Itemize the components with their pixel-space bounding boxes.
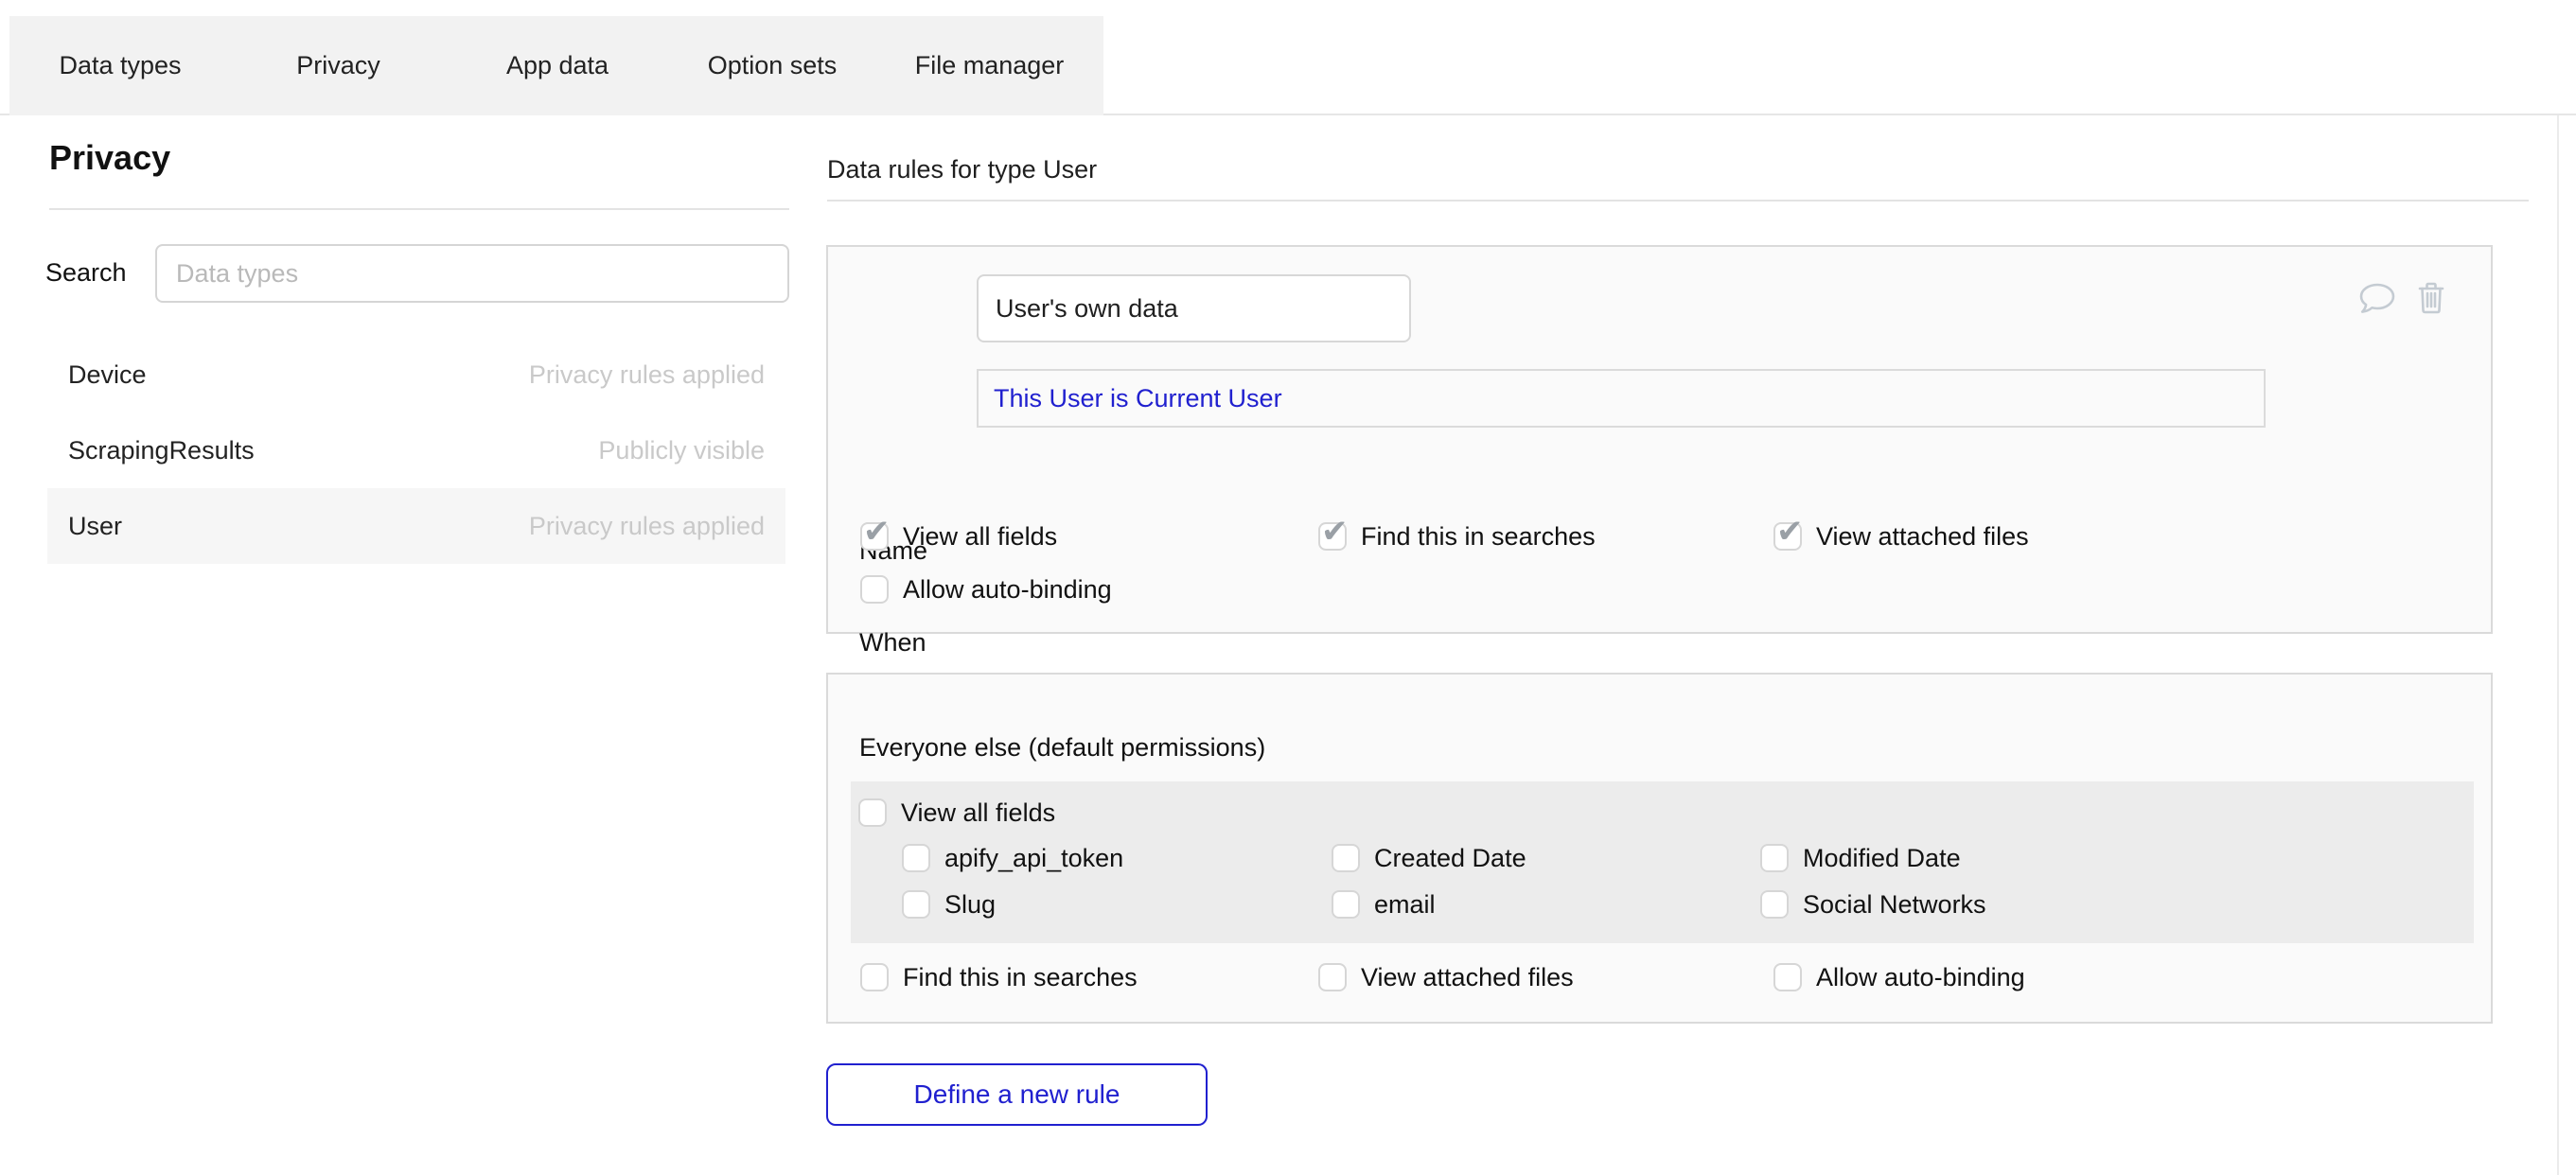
tabbar: Data types Privacy App data Option sets … bbox=[9, 16, 1103, 115]
permission-label: Find this in searches bbox=[903, 963, 1138, 991]
field-apify-api-token: ✔ apify_api_token bbox=[902, 844, 1332, 872]
search-input[interactable] bbox=[155, 244, 789, 303]
tab-app-data[interactable]: App data bbox=[446, 16, 669, 115]
checkbox-view-attached-files-default[interactable]: ✔ bbox=[1318, 963, 1347, 991]
comment-icon[interactable] bbox=[2358, 283, 2396, 314]
checkbox-find-in-searches[interactable]: ✔ bbox=[1318, 522, 1347, 551]
permission-label: Find this in searches bbox=[1361, 522, 1596, 551]
checkbox-find-in-searches-default[interactable]: ✔ bbox=[860, 963, 889, 991]
rule-card: Name When This User is Current User User… bbox=[826, 245, 2493, 634]
rules-title: Data rules for type User bbox=[827, 155, 1097, 184]
checkbox-view-attached-files[interactable]: ✔ bbox=[1773, 522, 1802, 551]
tab-data-types[interactable]: Data types bbox=[9, 16, 231, 115]
list-item-device[interactable]: Device Privacy rules applied bbox=[47, 337, 785, 412]
permission-label: Allow auto-binding bbox=[1816, 963, 2025, 991]
field-label: apify_api_token bbox=[944, 844, 1123, 872]
rule-name-input[interactable] bbox=[977, 274, 1411, 342]
scroll-area-edge bbox=[2557, 115, 2559, 1175]
permission-allow-auto-binding-default: ✔ Allow auto-binding bbox=[1773, 963, 2025, 991]
field-label: Created Date bbox=[1374, 844, 1526, 872]
field-modified-date: ✔ Modified Date bbox=[1760, 844, 1986, 872]
rules-divider bbox=[827, 200, 2529, 202]
field-email: ✔ email bbox=[1332, 890, 1760, 919]
checkbox-view-all-fields[interactable]: ✔ bbox=[860, 522, 889, 551]
field-created-date: ✔ Created Date bbox=[1332, 844, 1760, 872]
when-label: When bbox=[859, 628, 926, 658]
checkbox-social-networks[interactable]: ✔ bbox=[1760, 890, 1789, 919]
fields-panel: ✔ View all fields ✔ apify_api_token ✔ Cr… bbox=[851, 781, 2474, 943]
page-title: Privacy bbox=[49, 138, 170, 178]
data-type-list: Device Privacy rules applied ScrapingRes… bbox=[47, 337, 785, 564]
checkbox-view-all-fields-default[interactable]: ✔ bbox=[858, 798, 887, 827]
default-permissions-row: ✔ Find this in searches ✔ View attached … bbox=[860, 963, 2025, 991]
check-icon: ✔ bbox=[1321, 513, 1349, 551]
permission-view-attached-files: ✔ View attached files bbox=[1773, 522, 2029, 551]
field-slug: ✔ Slug bbox=[902, 890, 1332, 919]
when-condition-text: This User is Current User bbox=[994, 384, 1282, 413]
check-icon: ✔ bbox=[863, 513, 891, 551]
privacy-settings-page: Data types Privacy App data Option sets … bbox=[0, 0, 2576, 1175]
checkbox-created-date[interactable]: ✔ bbox=[1332, 844, 1360, 872]
tab-option-sets[interactable]: Option sets bbox=[669, 16, 875, 115]
data-type-name: Device bbox=[68, 360, 147, 390]
permission-label: View all fields bbox=[903, 522, 1057, 551]
tab-file-manager[interactable]: File manager bbox=[875, 16, 1103, 115]
trash-icon[interactable] bbox=[2417, 281, 2445, 315]
field-label: Social Networks bbox=[1803, 890, 1986, 919]
rule-permissions: ✔ View all fields ✔ Find this in searche… bbox=[860, 522, 2460, 628]
left-panel-divider bbox=[49, 208, 789, 210]
data-type-name: ScrapingResults bbox=[68, 436, 255, 465]
list-item-scrapingresults[interactable]: ScrapingResults Publicly visible bbox=[47, 412, 785, 488]
permission-label: View all fields bbox=[901, 798, 1055, 827]
field-checkbox-grid: ✔ apify_api_token ✔ Created Date ✔ Modif… bbox=[902, 844, 1986, 919]
everyone-else-title: Everyone else (default permissions) bbox=[859, 733, 1265, 763]
checkbox-allow-auto-binding[interactable]: ✔ bbox=[860, 575, 889, 604]
checkbox-modified-date[interactable]: ✔ bbox=[1760, 844, 1789, 872]
field-social-networks: ✔ Social Networks bbox=[1760, 890, 1986, 919]
data-type-status: Privacy rules applied bbox=[529, 360, 765, 390]
when-condition-box[interactable]: This User is Current User bbox=[977, 369, 2266, 428]
field-label: Slug bbox=[944, 890, 996, 919]
check-icon: ✔ bbox=[1776, 513, 1804, 551]
permission-view-all-fields-default: ✔ View all fields bbox=[858, 798, 1055, 827]
list-item-user[interactable]: User Privacy rules applied bbox=[47, 488, 785, 564]
everyone-else-card: Everyone else (default permissions) ✔ Vi… bbox=[826, 673, 2493, 1024]
permission-find-in-searches: ✔ Find this in searches bbox=[1318, 522, 1773, 551]
search-label: Search bbox=[45, 258, 127, 288]
permission-label: Allow auto-binding bbox=[903, 575, 1112, 604]
tab-privacy[interactable]: Privacy bbox=[231, 16, 446, 115]
rule-card-actions bbox=[2358, 281, 2445, 315]
define-new-rule-button[interactable]: Define a new rule bbox=[826, 1063, 1208, 1126]
permission-view-all-fields: ✔ View all fields bbox=[860, 522, 1318, 551]
checkbox-slug[interactable]: ✔ bbox=[902, 890, 930, 919]
checkbox-apify-api-token[interactable]: ✔ bbox=[902, 844, 930, 872]
permission-allow-auto-binding: ✔ Allow auto-binding bbox=[860, 575, 1318, 604]
field-label: email bbox=[1374, 890, 1436, 919]
field-label: Modified Date bbox=[1803, 844, 1961, 872]
permission-view-attached-files-default: ✔ View attached files bbox=[1318, 963, 1773, 991]
data-type-name: User bbox=[68, 512, 122, 541]
checkbox-email[interactable]: ✔ bbox=[1332, 890, 1360, 919]
permission-find-in-searches-default: ✔ Find this in searches bbox=[860, 963, 1318, 991]
checkbox-allow-auto-binding-default[interactable]: ✔ bbox=[1773, 963, 1802, 991]
data-type-status: Publicly visible bbox=[598, 436, 765, 465]
permission-label: View attached files bbox=[1361, 963, 1574, 991]
permission-label: View attached files bbox=[1816, 522, 2029, 551]
data-type-status: Privacy rules applied bbox=[529, 512, 765, 541]
